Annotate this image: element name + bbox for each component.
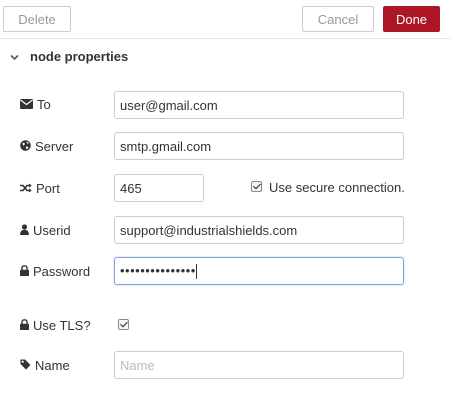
server-input[interactable] xyxy=(114,132,404,160)
tray-toolbar: Delete Cancel Done xyxy=(0,0,450,39)
tls-label: Use TLS? xyxy=(33,317,91,333)
password-masked-value: ••••••••••••••• xyxy=(120,263,196,278)
port-label: Port xyxy=(36,180,60,196)
name-label: Name xyxy=(35,357,70,373)
port-label-row: Port xyxy=(20,178,60,198)
tls-label-row: Use TLS? xyxy=(20,315,91,335)
to-label: To xyxy=(37,96,51,112)
section-title: node properties xyxy=(30,48,129,64)
tag-icon xyxy=(20,358,35,373)
password-label: Password xyxy=(33,263,91,279)
random-icon xyxy=(20,181,36,196)
tls-checkbox[interactable] xyxy=(118,319,129,330)
server-label-row: Server xyxy=(20,136,73,156)
lock-icon xyxy=(20,264,33,279)
userid-input[interactable] xyxy=(114,216,404,244)
userid-label: Userid xyxy=(33,222,71,238)
to-input[interactable] xyxy=(114,91,404,119)
to-label-row: To xyxy=(20,94,51,114)
text-cursor xyxy=(195,264,197,280)
user-icon xyxy=(20,223,33,238)
password-input[interactable]: ••••••••••••••• xyxy=(114,257,404,285)
name-input[interactable] xyxy=(114,351,404,379)
node-properties-header[interactable]: node properties xyxy=(10,46,128,66)
done-button[interactable]: Done xyxy=(383,6,440,32)
userid-label-row: Userid xyxy=(20,220,71,240)
name-label-row: Name xyxy=(20,355,70,375)
cancel-button[interactable]: Cancel xyxy=(302,6,374,32)
lock-icon xyxy=(20,318,33,333)
secure-connection-checkbox[interactable] xyxy=(251,181,262,192)
envelope-icon xyxy=(20,97,37,112)
secure-connection-label: Use secure connection. xyxy=(269,179,405,195)
chevron-down-icon xyxy=(10,49,22,64)
delete-button[interactable]: Delete xyxy=(3,6,71,32)
port-input[interactable] xyxy=(114,174,204,202)
server-label: Server xyxy=(35,138,74,154)
password-label-row: Password xyxy=(20,261,90,281)
globe-icon xyxy=(20,139,35,154)
